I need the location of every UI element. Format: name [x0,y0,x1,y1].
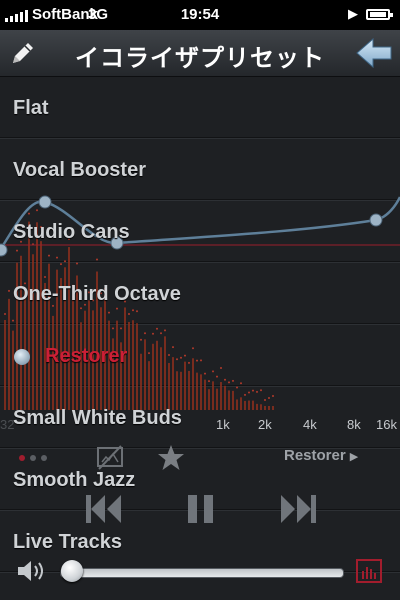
preset-label: Smooth Jazz [13,469,136,491]
preset-item[interactable]: Vocal Booster [0,139,400,201]
preset-item[interactable]: Small White Buds [0,387,400,449]
selected-indicator-icon [14,349,30,365]
preset-label: Live Tracks [13,531,122,553]
preset-label: One-Third Octave [13,283,181,305]
preset-label: Vocal Booster [13,159,146,181]
preset-item[interactable]: Restorer [0,325,400,387]
status-bar: SoftBank 3G 19:54 ▶ [0,0,400,30]
pencil-icon[interactable] [8,38,38,68]
preset-item[interactable]: Smooth Jazz [0,449,400,511]
preset-label: Flat [13,97,49,119]
play-status-icon: ▶ [348,6,358,21]
preset-item[interactable]: Flat [0,77,400,139]
preset-item[interactable]: Live Tracks [0,511,400,573]
preset-label: Studio Cans [13,221,130,243]
back-arrow-icon[interactable] [354,37,394,69]
preset-item[interactable]: One-Third Octave [0,263,400,325]
preset-label: Restorer [45,345,128,367]
preset-label: Small White Buds [13,407,182,429]
page-title: イコライザプリセット [75,45,325,72]
status-time: 19:54 [180,6,220,23]
battery-icon [366,9,393,20]
preset-item[interactable]: Studio Cans [0,201,400,263]
navigation-bar: イコライザプリセット [0,30,400,77]
equalizer-main: 32 1k 2k 4k 8k 16k Restorer ▶ Flat Vocal… [0,77,400,600]
